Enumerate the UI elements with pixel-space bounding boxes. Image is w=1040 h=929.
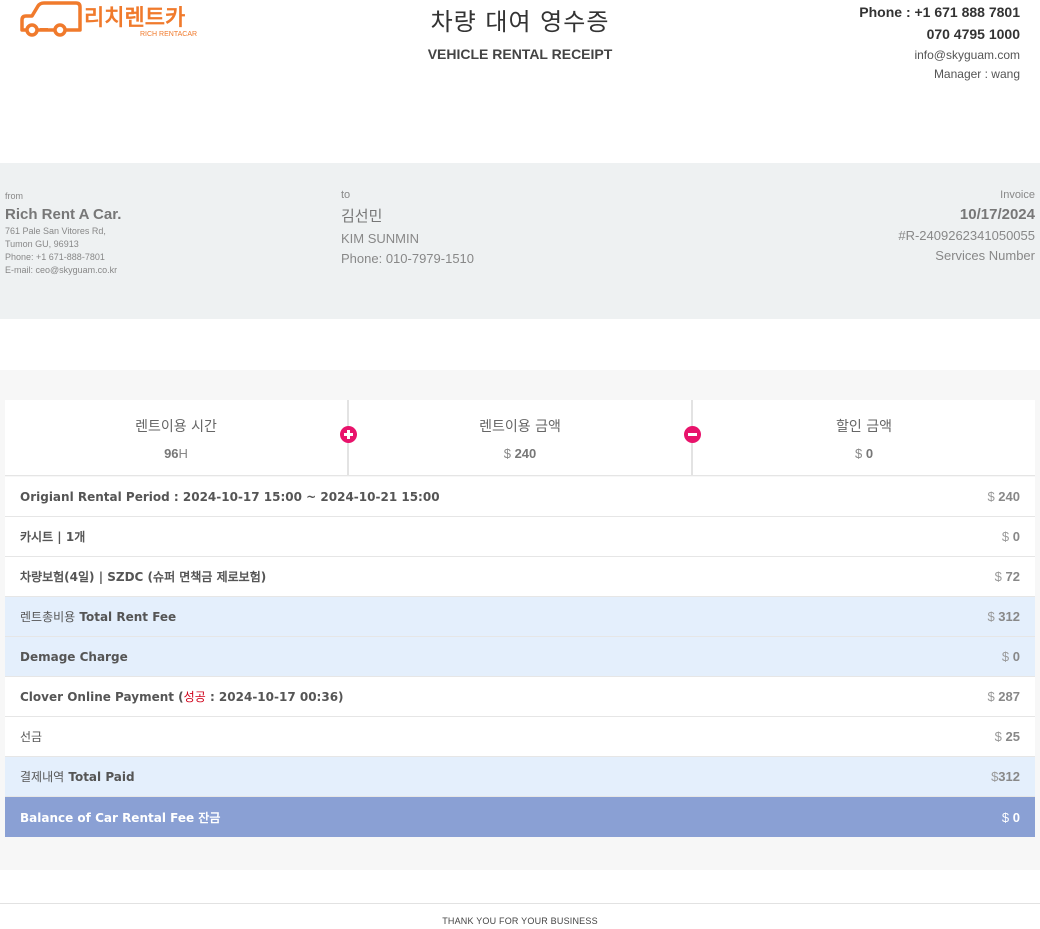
rental-time-label: 렌트이용 시간 [135, 419, 217, 435]
to-label: to [341, 189, 351, 201]
invoice-number: #R-2409262341050055 [898, 228, 1035, 243]
line-items-table: Origianl Rental Period : 2024-10-17 15:0… [5, 477, 1035, 837]
line-item-amount: $312 [991, 769, 1020, 784]
line-item-online-payment: Clover Online Payment (성공 : 2024-10-17 0… [5, 677, 1035, 717]
footer-thank-you: THANK YOU FOR YOUR BUSINESS [442, 916, 598, 926]
summary-discount-amount: 할인 금액 $ 0 [684, 400, 1035, 475]
customer-name-korean: 김선민 [341, 207, 383, 225]
customer-phone: Phone: 010-7979-1510 [341, 251, 475, 266]
footer-divider [0, 903, 1040, 904]
rental-time-unit: H [178, 446, 188, 461]
title-english: VEHICLE RENTAL RECEIPT [427, 46, 613, 62]
manager-name: Manager : wang [933, 67, 1020, 81]
line-item-damage-charge: Demage Charge $ 0 [5, 637, 1035, 677]
line-item-description: 결제내역 Total Paid [20, 770, 135, 784]
company-email[interactable]: info@skyguam.com [859, 48, 1020, 62]
line-item-amount: $ 72 [994, 569, 1020, 584]
line-item-amount: $ 25 [994, 729, 1020, 744]
line-item-description: 선금 [20, 730, 43, 744]
car-logo-icon: 리치렌트카 RICH RENTACAR [20, 1, 197, 38]
discount-amount-value: $ 0 [854, 446, 874, 461]
line-item-amount: $ 287 [987, 689, 1020, 704]
logo-text-kr: 리치렌트카 [84, 6, 185, 31]
rental-summary-card: 렌트이용 시간 96H 렌트이용 금액 $ 240 할인 금액 $ 0 [5, 400, 1035, 476]
phone-secondary: 070 4795 1000 [926, 26, 1020, 42]
company-contact: Phone : +1 671 888 7801 070 4795 1000 in… [859, 4, 1020, 81]
invoice-block: Invoice 10/17/2024 #R-2409262341050055 S… [898, 189, 1035, 263]
plus-circle-icon [340, 426, 357, 443]
invoice-label: Invoice [1000, 189, 1035, 201]
title-korean: 차량 대여 영수증 [430, 8, 610, 36]
from-label: from [5, 191, 23, 201]
from-block: from Rich Rent A Car. 761 Pale San Vitor… [5, 191, 121, 275]
from-email: E-mail: ceo@skyguam.co.kr [5, 265, 118, 275]
line-item-amount: $ 312 [987, 609, 1020, 624]
line-item-total-rent-fee: 렌트총비용 Total Rent Fee $ 312 [5, 597, 1035, 637]
phone-primary: Phone : +1 671 888 7801 [859, 4, 1020, 20]
line-item-description: Balance of Car Rental Fee 잔금 [20, 810, 221, 825]
line-item-balance: Balance of Car Rental Fee 잔금 $ 0 [5, 797, 1035, 837]
rental-amount-value: $ 240 [503, 446, 537, 461]
customer-name-english: KIM SUNMIN [341, 231, 419, 246]
line-item-total-paid: 결제내역 Total Paid $312 [5, 757, 1035, 797]
line-item-car-seat: 카시트 | 1개 $ 0 [5, 517, 1035, 557]
to-block: to 김선민 KIM SUNMIN Phone: 010-7979-1510 [341, 189, 474, 266]
logo-text-en: RICH RENTACAR [140, 31, 197, 38]
line-item-amount: $ 240 [987, 489, 1020, 504]
line-item-description: 렌트총비용 Total Rent Fee [20, 610, 177, 624]
line-item-description: Origianl Rental Period : 2024-10-17 15:0… [20, 489, 440, 504]
logo: 리치렌트카 RICH RENTACAR [18, 0, 228, 40]
currency-symbol: $ [503, 446, 511, 461]
from-company-name: Rich Rent A Car. [5, 206, 122, 223]
summary-rental-amount: 렌트이용 금액 $ 240 [340, 400, 691, 475]
line-item-description: 카시트 | 1개 [20, 530, 86, 544]
from-phone: Phone: +1 671-888-7801 [5, 252, 105, 262]
line-item-description: Clover Online Payment (성공 : 2024-10-17 0… [20, 690, 344, 704]
party-info-band: from Rich Rent A Car. 761 Pale San Vitor… [0, 163, 1040, 319]
line-item-description: 차량보험(4일) | SZDC (슈퍼 면책금 제로보험) [20, 570, 267, 584]
currency-symbol: $ [854, 446, 863, 461]
from-address-line-2: Tumon GU, 96913 [5, 239, 79, 249]
summary-rental-time: 렌트이용 시간 96H [5, 400, 347, 475]
services-number-label: Services Number [935, 248, 1035, 263]
receipt-title: 차량 대여 영수증 VEHICLE RENTAL RECEIPT [370, 2, 670, 62]
line-item-deposit: 선금 $ 25 [5, 717, 1035, 757]
rental-time-value: 96H [164, 446, 188, 461]
payment-status: 성공 [183, 690, 206, 704]
line-item-rental-period: Origianl Rental Period : 2024-10-17 15:0… [5, 477, 1035, 517]
invoice-date: 10/17/2024 [959, 206, 1035, 223]
line-item-insurance: 차량보험(4일) | SZDC (슈퍼 면책금 제로보험) $ 72 [5, 557, 1035, 597]
discount-amount-label: 할인 금액 [836, 419, 892, 435]
rental-amount-label: 렌트이용 금액 [479, 419, 561, 435]
line-item-description: Demage Charge [20, 649, 128, 664]
line-item-amount: $ 0 [1001, 529, 1020, 544]
line-item-amount: $ 0 [1001, 809, 1020, 825]
line-item-amount: $ 0 [1001, 649, 1020, 664]
from-address-line-1: 761 Pale San Vitores Rd, [5, 226, 106, 236]
minus-circle-icon [684, 426, 701, 443]
